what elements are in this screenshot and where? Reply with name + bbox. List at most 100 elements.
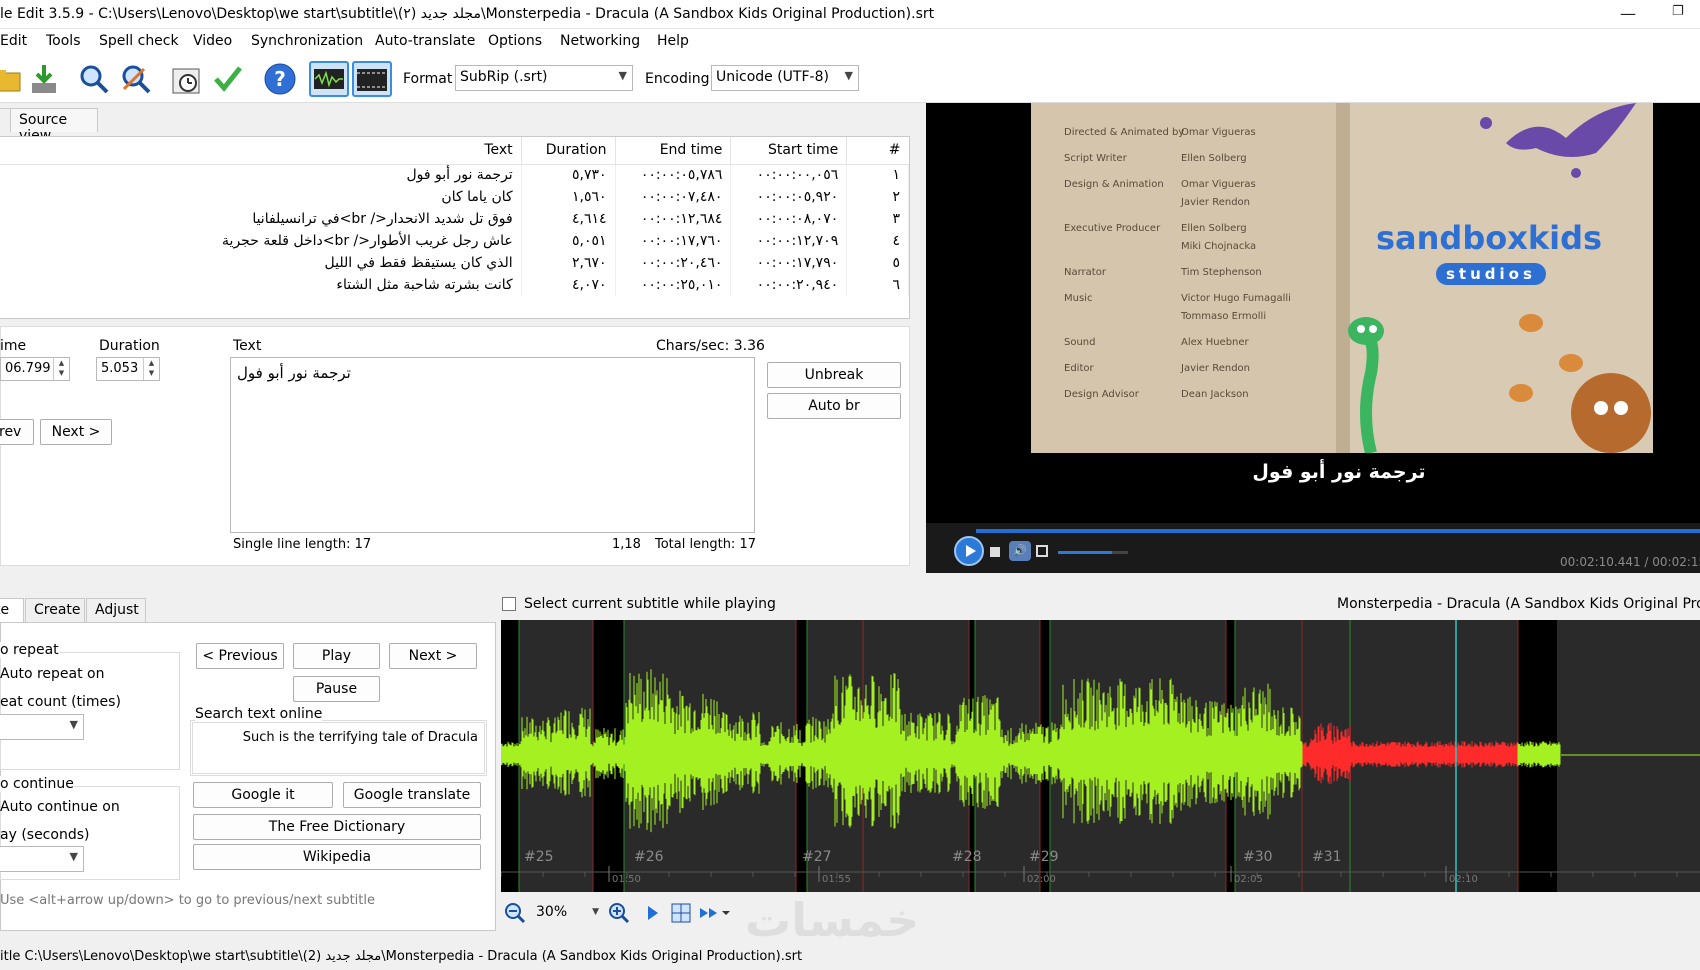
stepper-arrows-icon[interactable]: ▲ ▼ [53, 358, 69, 380]
table-row[interactable]: في ترانسيلفانيا<br />فوق تل شديد الانحدا… [0, 208, 909, 230]
start-time-label: ime [0, 338, 27, 354]
play-selection-icon[interactable] [644, 904, 662, 922]
credit-name: Javier Rendon [1181, 197, 1251, 208]
svg-text:?: ? [274, 67, 286, 91]
cell-num: ٣ [846, 208, 909, 230]
tab-create[interactable]: Create [25, 598, 85, 622]
cell-text: داخل قلعة حجرية<br />عاش رجل غريب الأطوا… [0, 230, 522, 252]
menu-networking[interactable]: Networking [560, 33, 640, 49]
google-translate-button[interactable]: Google translate [343, 782, 481, 808]
total-length: Total length: 17 [655, 537, 756, 552]
table-row[interactable]: ترجمة نور أبو فول ٥,٧٣٠ ٠٠:٠٠:٠٥,٧٨٦ ٠٠:… [0, 164, 909, 186]
zoom-select[interactable]: 30% ▼ [532, 901, 604, 925]
col-number[interactable]: # [846, 137, 909, 165]
table-row[interactable]: داخل قلعة حجرية<br />عاش رجل غريب الأطوا… [0, 230, 909, 252]
duration-label: Duration [99, 338, 160, 354]
previous-button[interactable]: < Previous [196, 643, 284, 669]
video-player[interactable]: Directed & Animated by Omar Vigueras Scrip… [926, 103, 1700, 573]
menu-tools[interactable]: Tools [46, 33, 81, 49]
fullscreen-icon[interactable] [1036, 545, 1048, 557]
chevron-down-icon: ▼ [618, 69, 627, 82]
cell-start: ٠٠:٠٠:١٧,٧٩٠ [730, 252, 848, 274]
waveform-file-name: Monsterpedia - Dracula (A Sandbox Kids O… [1337, 596, 1700, 612]
auto-sync-icon[interactable] [698, 904, 734, 922]
next-text-button[interactable]: Next > [389, 643, 477, 669]
open-folder-icon[interactable] [0, 61, 24, 97]
play-button[interactable] [954, 536, 984, 566]
spell-check-icon[interactable] [210, 61, 246, 97]
menu-bar: Edit Tools Spell check Video Synchroniza… [0, 29, 1700, 55]
waveform-canvas[interactable]: #25 #26 #27 #28 #29 #30 #31 01:50 01:55 02:00 02:0… [501, 620, 1700, 892]
unbreak-button[interactable]: Unbreak [767, 362, 901, 388]
continue-group-label: o continue [0, 776, 74, 792]
encoding-select[interactable]: Unicode (UTF-8) ▼ [711, 65, 859, 91]
select-current-checkbox[interactable] [502, 597, 516, 611]
col-start-time[interactable]: Start time [730, 137, 848, 165]
split-icon[interactable] [670, 902, 692, 924]
seek-bar[interactable] [976, 529, 1700, 533]
menu-spell-check[interactable]: Spell check [99, 33, 179, 49]
wikipedia-button[interactable]: Wikipedia [193, 844, 481, 870]
volume-icon[interactable]: 🔊 [1009, 541, 1031, 561]
stop-icon[interactable] [990, 547, 1000, 557]
text-label: Text [233, 338, 262, 354]
snake-illustration [1348, 317, 1384, 453]
menu-edit[interactable]: Edit [0, 33, 27, 49]
tab-translate[interactable]: te [0, 598, 24, 622]
next-button[interactable]: Next > [40, 419, 112, 445]
col-end-time[interactable]: End time [615, 137, 732, 165]
chevron-down-icon: ▼ [69, 718, 78, 731]
zoom-in-icon[interactable] [608, 902, 630, 924]
download-icon[interactable] [26, 61, 62, 97]
table-row[interactable]: كانت بشرته شاحبة مثل الشتاء ٤,٠٧٠ ٠٠:٠٠:… [0, 274, 909, 296]
replace-icon[interactable] [118, 61, 154, 97]
cell-end: ٠٠:٠٠:١٧,٧٦٠ [615, 230, 732, 252]
video-toggle-icon[interactable] [352, 61, 392, 97]
table-row[interactable]: كان ياما كان ١,٥٦٠ ٠٠:٠٠:٠٧,٤٨٠ ٠٠:٠٠:٠٥… [0, 186, 909, 208]
auto-repeat-checkbox[interactable]: Auto repeat on [0, 666, 104, 682]
menu-options[interactable]: Options [488, 33, 542, 49]
play-text-button[interactable]: Play [293, 643, 380, 669]
google-it-button[interactable]: Google it [193, 782, 333, 808]
credit-name: Miki Chojnacka [1181, 241, 1257, 252]
duration-input[interactable]: 5.053 ▲ ▼ [96, 357, 160, 381]
menu-synchronization[interactable]: Synchronization [251, 33, 363, 49]
cell-text: في ترانسيلفانيا<br />فوق تل شديد الانحدا… [0, 208, 522, 230]
prev-button[interactable]: rev [0, 419, 34, 445]
visual-sync-icon[interactable] [168, 61, 204, 97]
waveform-panel[interactable]: #25 #26 #27 #28 #29 #30 #31 01:50 01:55 02:00 02:0… [501, 620, 1700, 892]
stepper-arrows-icon[interactable]: ▲ ▼ [143, 358, 159, 380]
help-icon[interactable]: ? [262, 61, 298, 97]
format-select[interactable]: SubRip (.srt) ▼ [455, 65, 633, 91]
credit-name: Javier Rendon [1181, 363, 1251, 374]
waveform-toggle-icon[interactable] [309, 61, 349, 97]
table-row[interactable]: الذي كان يستيقظ فقط في الليل ٢,٦٧٠ ٠٠:٠٠… [0, 252, 909, 274]
chevron-down-icon: ▼ [69, 850, 78, 863]
tab-adjust[interactable]: Adjust [86, 598, 146, 622]
col-text[interactable]: Text [0, 137, 522, 165]
delay-select[interactable]: ▼ [0, 846, 84, 872]
minimize-icon[interactable]: — [1620, 4, 1636, 23]
menu-auto-translate[interactable]: Auto-translate [375, 33, 475, 49]
restore-icon[interactable]: ❐ [1672, 4, 1684, 19]
cell-num: ٤ [846, 230, 909, 252]
auto-br-button[interactable]: Auto br [767, 393, 901, 419]
subtitle-text-area[interactable]: ترجمة نور أبو فول [230, 357, 755, 533]
menu-video[interactable]: Video [193, 33, 232, 49]
repeat-count-select[interactable]: ▼ [0, 714, 84, 740]
start-time-input[interactable]: 06.799 ▲ ▼ [0, 357, 70, 381]
player-controls: 🔊 00:02:10.441 / 00:02:15 [926, 523, 1700, 573]
menu-help[interactable]: Help [657, 33, 689, 49]
find-icon[interactable] [76, 61, 112, 97]
pause-button[interactable]: Pause [293, 676, 380, 702]
col-duration[interactable]: Duration [521, 137, 616, 165]
search-text-box[interactable]: Such is the terrifying tale of Dracula [192, 722, 485, 774]
tab-source-view[interactable]: Source view [10, 108, 98, 144]
auto-continue-checkbox[interactable]: Auto continue on [0, 799, 120, 815]
volume-slider[interactable] [1058, 551, 1128, 554]
free-dictionary-button[interactable]: The Free Dictionary [193, 814, 481, 840]
paragraph-marker: #25 [524, 849, 554, 865]
credit-role: Design Advisor [1064, 389, 1139, 400]
zoom-out-icon[interactable] [504, 902, 526, 924]
credit-role: Directed & Animated by [1064, 127, 1185, 138]
